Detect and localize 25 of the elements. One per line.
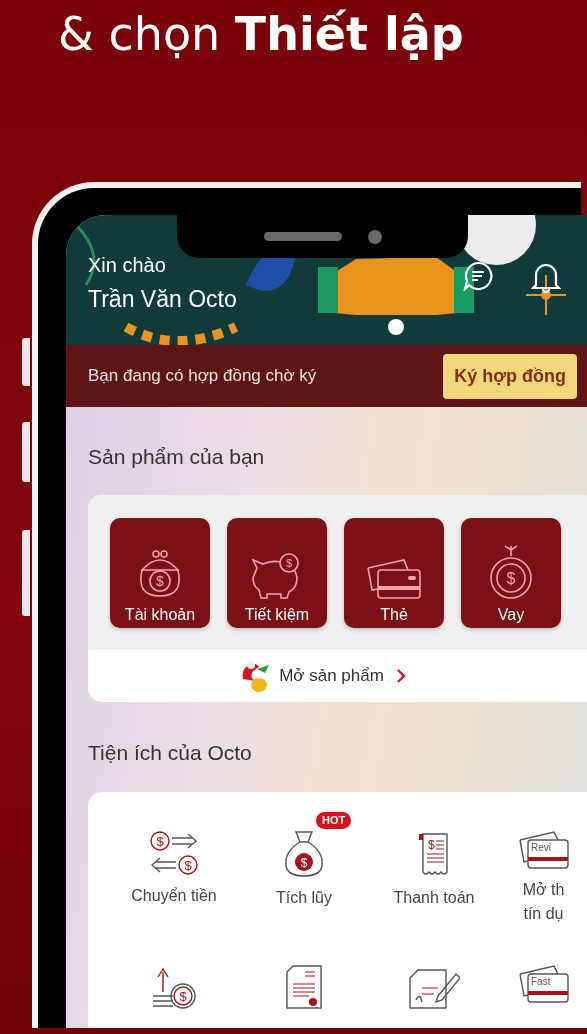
contract-message: Bạn đang có hợp đồng chờ ký xyxy=(88,366,317,386)
section-title: Sản phẩm của bạn xyxy=(88,444,266,470)
user-name: Trần Văn Octo xyxy=(88,285,237,313)
product-tile[interactable]: $ Tài khoản xyxy=(110,518,210,628)
utility-item[interactable]: HOT $ Tích lũy xyxy=(239,812,369,926)
utility-item[interactable]: Revi Mở th tín dụ xyxy=(499,812,587,926)
utility-item[interactable]: Fast xyxy=(499,946,587,1010)
product-tile[interactable]: $ Vay xyxy=(461,518,561,628)
notification-bell-icon[interactable] xyxy=(531,261,561,293)
open-product-link[interactable]: Mở sản phẩm xyxy=(279,666,406,686)
sign-contract-button[interactable]: Ký hợp đồng xyxy=(443,353,577,399)
chat-icon[interactable] xyxy=(463,261,493,291)
hot-badge: HOT xyxy=(316,812,352,829)
chevron-right-icon xyxy=(395,668,406,684)
product-tile[interactable]: $ Tiết kiệm xyxy=(227,518,327,628)
front-camera xyxy=(367,229,382,244)
document-icon xyxy=(285,964,323,1010)
greeting-text: Xin chào xyxy=(88,253,167,277)
utility-item[interactable]: $ $ Chuyển tiền xyxy=(109,812,239,926)
section-title: Tiện ích của Octo xyxy=(88,740,253,766)
headline: & chọn Thiết lập xyxy=(58,6,465,63)
cards-icon xyxy=(364,556,424,600)
utility-item[interactable]: $ xyxy=(109,946,239,1010)
utility-item[interactable]: $ Thanh toán xyxy=(369,812,499,926)
product-tile[interactable]: Thẻ xyxy=(344,518,444,628)
